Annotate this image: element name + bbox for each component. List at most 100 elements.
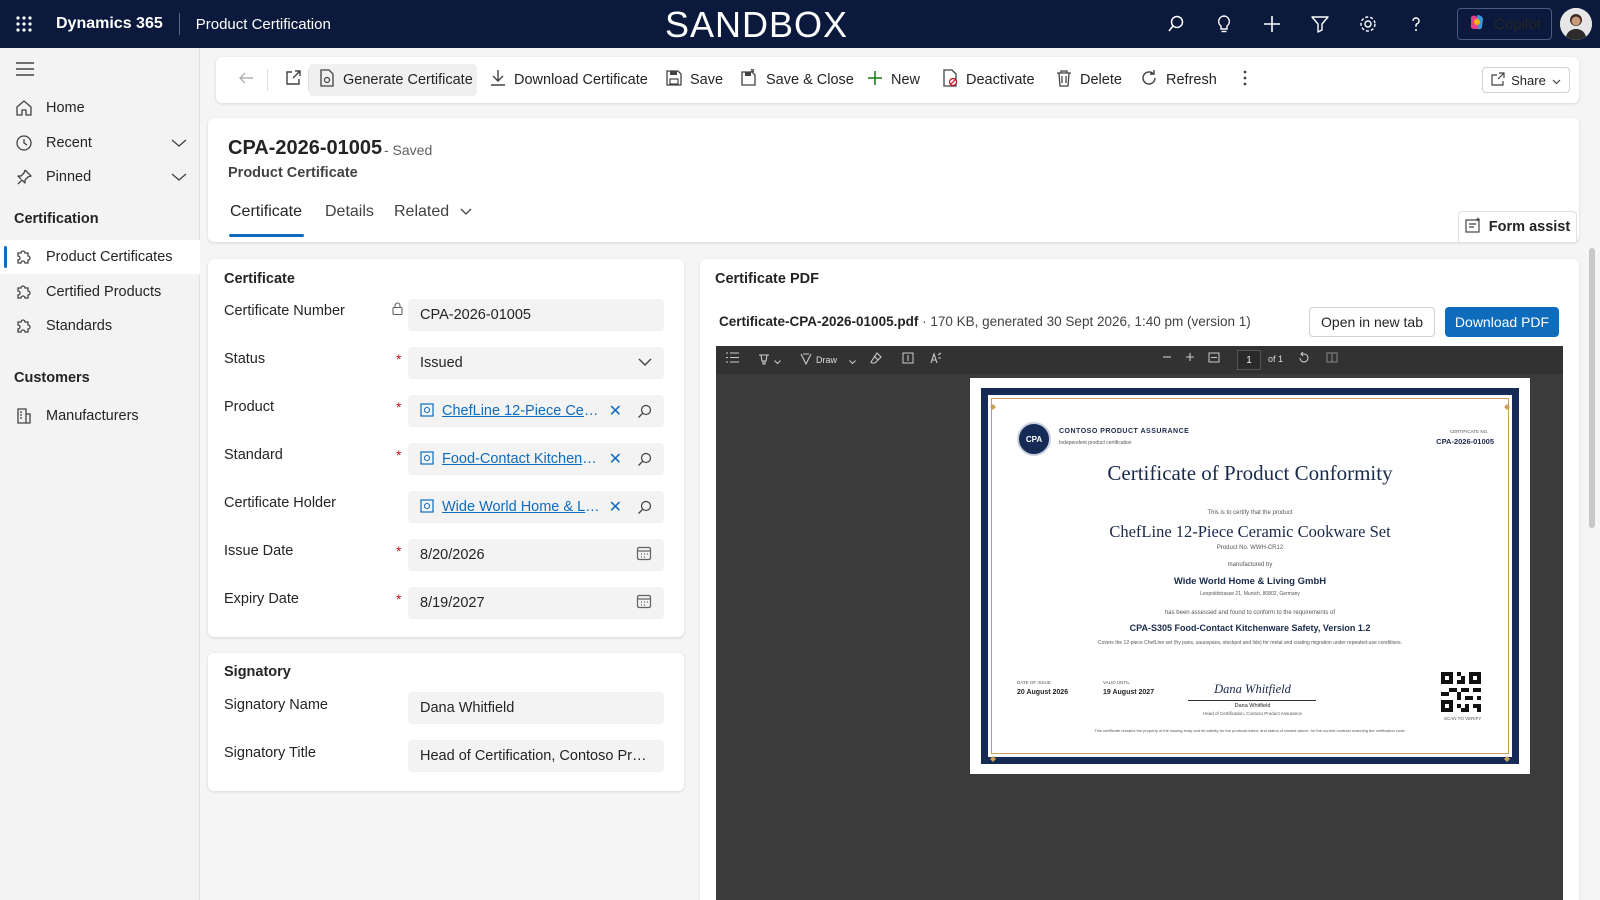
plus-icon[interactable] — [1248, 0, 1296, 48]
more-commands-button[interactable] — [1233, 64, 1257, 96]
required-marker: * — [396, 399, 402, 415]
fit-page-icon[interactable] — [1208, 352, 1220, 363]
certificate-holder-lookup[interactable]: Wide World Home & Livi... ✕ — [408, 491, 664, 523]
chevron-down-icon[interactable] — [170, 168, 188, 190]
sidebar-item-certified-products[interactable]: Certified Products — [0, 275, 200, 309]
signatory-title-field[interactable]: Head of Certification, Contoso Prod... — [408, 740, 664, 772]
standard-lookup[interactable]: Food-Contact Kitchenwar... ✕ — [408, 443, 664, 475]
page-scrollbar[interactable] — [1589, 248, 1595, 528]
contents-icon[interactable] — [726, 352, 739, 363]
search-icon[interactable] — [632, 404, 656, 419]
expiry-date-field[interactable]: 8/19/2027 — [408, 587, 664, 619]
clock-icon — [14, 133, 34, 153]
help-icon[interactable] — [1392, 0, 1440, 48]
refresh-button[interactable]: Refresh — [1130, 64, 1227, 96]
sidebar-group-title: Customers — [14, 370, 90, 386]
issue-date-field[interactable]: 8/20/2026 — [408, 539, 664, 571]
pdf-file-name: Certificate-CPA-2026-01005.pdf — [719, 314, 919, 329]
back-button[interactable] — [227, 64, 265, 96]
environment-banner: SANDBOX — [665, 4, 849, 45]
open-in-new-window-button[interactable] — [274, 64, 312, 96]
product-link[interactable]: ChefLine 12-Piece Ceram... — [442, 403, 603, 419]
open-new-window-icon — [284, 69, 302, 91]
sidebar-item-home[interactable]: Home — [0, 91, 200, 125]
tab-related-label: Related — [394, 203, 450, 220]
draw-tool[interactable]: Draw — [800, 352, 856, 368]
certificate-holder-link[interactable]: Wide World Home & Livi... — [442, 499, 603, 515]
sidebar-item-recent[interactable]: Recent — [0, 126, 200, 160]
save-close-label: Save & Close — [766, 72, 854, 88]
org-name: CONTOSO PRODUCT ASSURANCE — [1059, 428, 1190, 435]
clear-icon[interactable]: ✕ — [609, 497, 622, 517]
read-aloud-icon[interactable] — [930, 352, 942, 364]
page-count: of 1 — [1268, 354, 1284, 364]
waffle-icon[interactable] — [0, 0, 48, 48]
topbar-divider — [178, 13, 180, 35]
sidebar-item-label: Certified Products — [46, 284, 162, 300]
sidebar-item-product-certificates[interactable]: Product Certificates — [0, 240, 200, 274]
chevron-down-icon — [638, 355, 652, 371]
signatory-name-field[interactable]: Dana Whitfield — [408, 692, 664, 724]
field-label: Signatory Title — [224, 745, 316, 761]
certificate-number-field[interactable]: CPA-2026-01005 — [408, 299, 664, 331]
section-title: Certificate PDF — [715, 271, 819, 287]
form-assist-button[interactable]: Form assist — [1458, 211, 1577, 242]
settings-icon[interactable] — [1344, 0, 1392, 48]
deactivate-button[interactable]: Deactivate — [932, 64, 1045, 96]
tab-related[interactable]: Related — [394, 203, 472, 221]
chevron-down-icon[interactable] — [170, 134, 188, 156]
search-icon[interactable] — [632, 452, 656, 467]
field-label: Status — [224, 351, 266, 367]
org-tagline: Independent product certification — [1059, 440, 1132, 446]
open-in-new-tab-button[interactable]: Open in new tab — [1309, 307, 1435, 337]
app-name[interactable]: Product Certification — [196, 16, 331, 33]
avatar[interactable] — [1560, 8, 1592, 40]
share-label: Share — [1511, 72, 1546, 88]
chevron-down-icon — [774, 352, 781, 368]
eraser-icon[interactable] — [870, 352, 882, 364]
sidebar-item-standards[interactable]: Standards — [0, 309, 200, 343]
sidebar-item-pinned[interactable]: Pinned — [0, 160, 200, 194]
standard-link[interactable]: Food-Contact Kitchenwar... — [442, 451, 603, 467]
zoom-in-icon[interactable] — [1185, 352, 1195, 362]
tab-details[interactable]: Details — [325, 203, 374, 221]
download-pdf-button[interactable]: Download PDF — [1445, 307, 1559, 337]
new-button[interactable]: New — [857, 64, 930, 96]
hamburger-icon[interactable] — [16, 62, 34, 79]
status-select[interactable]: Issued — [408, 347, 664, 379]
page-number-input[interactable]: 1 — [1237, 350, 1261, 370]
manufacturer-address: Leopoldstrasse 21, Munich, 80802, German… — [1200, 591, 1300, 597]
brand-name[interactable]: Dynamics 365 — [56, 15, 163, 33]
section-title: Signatory — [224, 664, 291, 680]
sidebar-item-label: Recent — [46, 135, 92, 151]
signatory-title: Head of Certification, Contoso Product A… — [1202, 711, 1303, 716]
generate-certificate-button[interactable]: Generate Certificate — [309, 64, 477, 96]
text-box-icon[interactable] — [902, 352, 914, 364]
product-lookup[interactable]: ChefLine 12-Piece Ceram... ✕ — [408, 395, 664, 427]
certificate-number-value: CPA-2026-01005 — [420, 307, 531, 323]
clear-icon[interactable]: ✕ — [609, 449, 622, 469]
puzzle-icon — [14, 316, 34, 336]
form-assist-label: Form assist — [1488, 219, 1571, 235]
sidebar-item-manufacturers[interactable]: Manufacturers — [0, 399, 200, 433]
save-close-button[interactable]: Save & Close — [730, 64, 864, 96]
copilot-button[interactable]: Copilot — [1457, 8, 1552, 40]
share-button[interactable]: Share — [1482, 67, 1570, 93]
search-icon[interactable] — [632, 500, 656, 515]
zoom-out-icon[interactable] — [1162, 352, 1172, 362]
highlight-tool[interactable] — [758, 352, 781, 368]
calendar-icon[interactable] — [636, 545, 652, 565]
delete-button[interactable]: Delete — [1046, 64, 1132, 96]
lightbulb-icon[interactable] — [1200, 0, 1248, 48]
clear-icon[interactable]: ✕ — [609, 401, 622, 421]
save-button[interactable]: Save — [656, 64, 733, 96]
tab-certificate[interactable]: Certificate — [230, 203, 302, 221]
search-icon[interactable] — [1152, 0, 1200, 48]
lock-icon — [392, 302, 403, 318]
filter-icon[interactable] — [1296, 0, 1344, 48]
valid-until-date: 19 August 2027 — [1103, 689, 1155, 696]
page-view-icon[interactable] — [1326, 352, 1338, 363]
download-certificate-button[interactable]: Download Certificate — [480, 64, 658, 96]
calendar-icon[interactable] — [636, 593, 652, 613]
rotate-icon[interactable] — [1298, 352, 1310, 364]
